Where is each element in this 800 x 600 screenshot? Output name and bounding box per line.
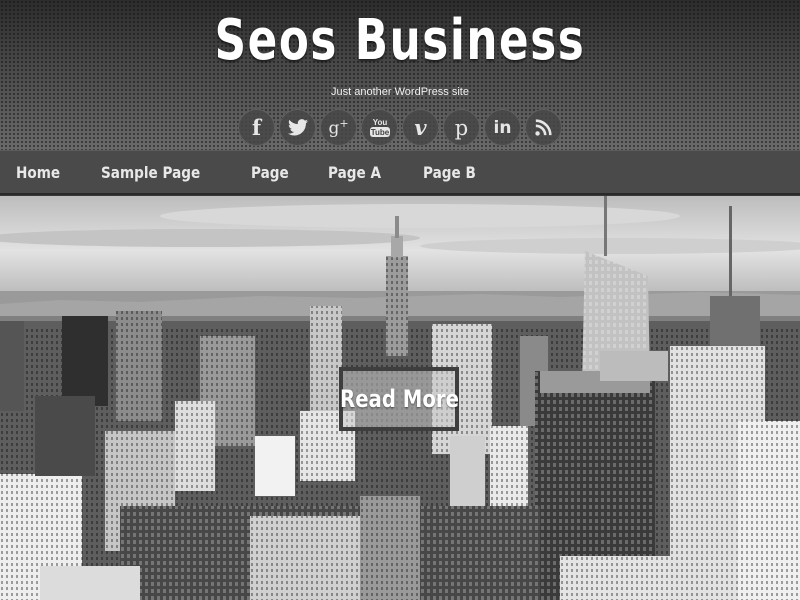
page: Seos Business Just another WordPress sit… [0, 0, 800, 600]
vimeo-icon[interactable]: v [402, 109, 439, 146]
rss-icon[interactable] [525, 109, 562, 146]
pinterest-icon[interactable]: p [443, 109, 480, 146]
twitter-icon[interactable] [279, 109, 316, 146]
site-title[interactable]: Seos Business [88, 8, 712, 73]
nav-item-page-b[interactable]: Page B [423, 163, 476, 182]
svg-text:Tube: Tube [370, 128, 389, 137]
nav-item-page-a[interactable]: Page A [328, 163, 381, 182]
read-more-label: Read More [339, 385, 459, 413]
linkedin-icon[interactable]: in [484, 109, 521, 146]
hero-banner: Read More [0, 196, 800, 600]
nav-item-page[interactable]: Page [251, 163, 289, 182]
main-navigation: Home Sample Page Page Page A Page B [0, 150, 800, 195]
social-links: f g+ You Tube v p in [0, 109, 800, 146]
google-plus-icon[interactable]: g+ [320, 109, 357, 146]
nav-item-home[interactable]: Home [16, 163, 60, 182]
read-more-button[interactable]: Read More [339, 367, 459, 431]
site-header: Seos Business Just another WordPress sit… [0, 0, 800, 151]
site-tagline: Just another WordPress site [331, 86, 469, 98]
nav-item-sample-page[interactable]: Sample Page [101, 163, 200, 182]
svg-text:You: You [372, 118, 387, 127]
youtube-icon[interactable]: You Tube [361, 109, 398, 146]
facebook-icon[interactable]: f [238, 109, 275, 146]
